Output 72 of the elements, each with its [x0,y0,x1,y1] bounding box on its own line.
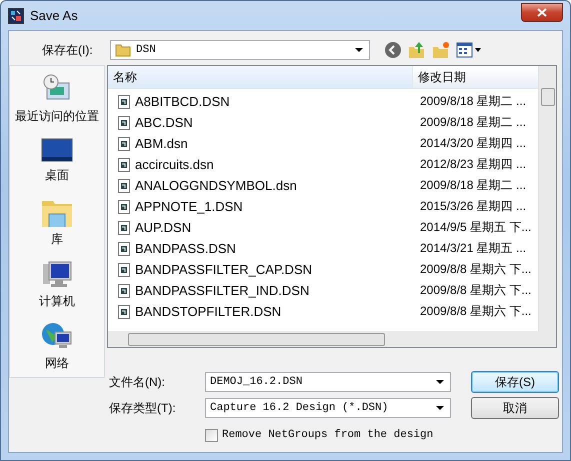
file-name-cell[interactable]: A8BITBCD.DSN [108,94,413,109]
cancel-button[interactable]: 取消 [471,397,559,419]
date-cell-text: 2009/8/18 星期二 ... [419,114,528,131]
file-name-cell[interactable]: BANDPASSFILTER_CAP.DSN [108,262,413,277]
date-cell-text: 2014/3/21 星期五 ... [419,240,528,257]
file-icon [118,242,130,256]
file-icon [118,158,130,172]
date-cell-text: 2009/8/8 星期六 下... [419,303,532,320]
file-icon [118,200,130,214]
computer-icon [41,260,73,290]
place-item[interactable]: 库 [41,194,73,252]
place-label: 网络 [45,355,69,372]
file-type-label: 保存类型(T): [109,400,177,416]
place-label: 最近访问的位置 [15,108,99,125]
dropdown-arrow-icon [355,48,363,52]
place-label: 计算机 [39,293,75,310]
up-folder-icon[interactable] [408,41,426,59]
vertical-scrollbar[interactable] [538,66,556,331]
date-cell-text: 2014/3/20 星期四 ... [419,135,528,152]
date-cell-text: 2015/3/26 星期四 ... [419,198,528,215]
file-name-cell[interactable]: BANDPASSFILTER_IND.DSN [108,283,413,298]
monitor-icon [41,138,73,164]
file-icon [118,178,130,192]
file-name-label: 文件名(N): [109,374,166,390]
save-in-dropdown[interactable]: DSN [110,40,370,60]
date-cell-text: 2009/8/8 星期六 下... [419,282,532,299]
horizontal-scrollbar[interactable] [108,331,556,347]
dropdown-arrow-icon [436,380,444,384]
close-icon [537,8,547,17]
back-icon[interactable] [384,41,402,59]
file-icon [118,262,130,276]
file-name-cell[interactable]: ABC.DSN [108,115,413,130]
file-name-cell[interactable]: accircuits.dsn [108,157,413,172]
file-name-cell[interactable]: ANALOGGNDSYMBOL.dsn [108,178,413,193]
file-name-cell[interactable]: APPNOTE_1.DSN [108,199,413,214]
place-label: 桌面 [45,167,69,184]
place-label: 库 [51,231,63,248]
close-button[interactable] [521,3,563,22]
file-icon [118,116,130,130]
date-cell-text: 2009/8/18 星期二 ... [419,177,528,194]
date-cell-text: 2012/8/23 星期四 ... [419,156,528,173]
file-name-cell[interactable]: ABM.dsn [108,136,413,151]
folder-icon [115,43,131,57]
place-item[interactable]: 计算机 [39,256,75,314]
checkbox-label: Remove NetGroups from the design [222,429,434,441]
file-name-field[interactable]: DEMOJ_16.2.DSN [205,372,451,392]
file-name-cell[interactable]: BANDSTOPFILTER.DSN [108,304,413,319]
save-button[interactable]: 保存(S) [471,371,559,393]
column-header[interactable]: 修改日期 [413,66,538,88]
file-icon [118,284,130,298]
view-menu-icon[interactable] [456,42,482,58]
new-folder-icon[interactable] [432,41,450,59]
file-name-cell[interactable]: AUP.DSN [108,220,413,235]
file-icon [118,220,130,234]
file-icon [118,136,130,150]
date-cell-text: 2009/8/18 星期二 ... [419,93,528,110]
column-header[interactable]: 名称 [108,66,413,88]
file-icon [118,304,130,318]
place-item[interactable]: 最近访问的位置 [15,70,99,128]
save-in-label: 保存在(I): [42,42,94,58]
dropdown-arrow-icon [436,406,444,410]
file-name-cell[interactable]: BANDPASS.DSN [108,241,413,256]
place-item[interactable]: 网络 [41,318,73,376]
file-icon [118,94,130,108]
date-cell-text: 2009/8/8 星期六 下... [419,261,532,278]
place-item[interactable]: 桌面 [41,132,73,190]
date-cell-text: 2014/9/5 星期五 下... [419,219,532,236]
library-folder-icon [41,198,73,228]
window-title: Save As [30,8,78,23]
app-icon [8,8,24,24]
file-type-dropdown[interactable]: Capture 16.2 Design (*.DSN) [205,398,451,418]
checkbox[interactable] [205,428,218,442]
